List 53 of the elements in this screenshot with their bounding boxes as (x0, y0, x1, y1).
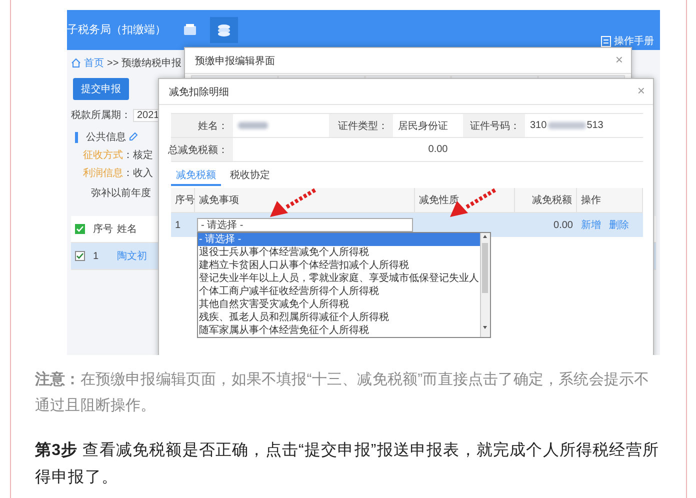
note-paragraph: 注意：在预缴申报编辑页面，如果不填报“十三、减免税额”而直接点击了确定，系统会提示不通过且阻断操作。 (35, 370, 650, 416)
table-cell-text: 1 (93, 250, 100, 262)
select-value: - 请选择 - (201, 218, 244, 232)
section-marker (75, 132, 78, 142)
submit-button[interactable]: 提交申报 (73, 78, 129, 100)
step-paragraph: 第3步 查看减免税额是否正确，点击“提交申报”报送申报表，就完成个人所得税经营所得申报了。 (35, 440, 660, 488)
section-title: 公共信息 (86, 130, 126, 144)
row-checkbox[interactable] (75, 251, 85, 261)
form-label: 姓名： (171, 114, 233, 138)
column-header: 姓名 (117, 223, 137, 236)
blurred-text (238, 122, 268, 129)
breadcrumb-current: 预缴纳税申报 (122, 56, 182, 70)
dropdown-option[interactable]: 登记失业半年以上人员，零就业家庭、享受城市低保登记失业人 (198, 272, 480, 285)
field-value: ：核定 (123, 148, 153, 162)
dialog-title: 减免扣除明细 (169, 86, 229, 98)
select-all-checkbox[interactable] (75, 224, 85, 234)
edit-icon[interactable] (128, 132, 138, 142)
dropdown-option[interactable]: - 请选择 - (198, 233, 480, 246)
dropdown-option[interactable]: 退役士兵从事个体经营减免个人所得税 (198, 246, 480, 259)
nav-tab[interactable] (210, 17, 238, 43)
dropdown-option[interactable]: 建档立卡贫困人口从事个体经营扣减个人所得税 (198, 259, 480, 272)
field-label: 弥补以前年度 (91, 186, 151, 200)
form-value: 0.00 (233, 138, 643, 162)
pointer-arrow (450, 188, 496, 217)
column-header: 序号 (93, 222, 114, 236)
form-value: 310 (530, 120, 547, 131)
coins-icon (216, 22, 232, 38)
dropdown-option[interactable]: 残疾、孤老人员和烈属所得减征个人所得税 (198, 311, 480, 324)
column-header: 序号 (171, 188, 195, 212)
scrollbar[interactable] (480, 233, 490, 337)
dropdown-option[interactable]: 个体工商户减半征收经营所得个人所得税 (198, 285, 480, 298)
field-value: ：收入 (123, 166, 153, 180)
field-label: 利润信息 (83, 166, 123, 180)
dialog-title: 预缴申报编辑界面 (195, 54, 275, 68)
blurred-text (548, 122, 586, 129)
column-header: 减免税额 (515, 188, 577, 212)
app-title: 子税务局（扣缴端） (67, 23, 166, 37)
pointer-arrow (270, 188, 316, 217)
home-icon[interactable] (71, 58, 81, 68)
select-field[interactable]: - 请选择 - (197, 218, 413, 232)
field-label: 征收方式 (83, 148, 123, 162)
tab[interactable]: 税收协定 (225, 166, 275, 186)
form-value: 513 (586, 120, 604, 131)
folder-icon (182, 22, 198, 38)
form-label: 证件类型： (329, 114, 393, 138)
field-label: 税款所属期： (71, 108, 131, 122)
breadcrumb-separator: >> (107, 58, 119, 68)
table-cell-text: 1 (174, 218, 182, 232)
dropdown-option[interactable]: 随军家属从事个体经营免征个人所得税 (198, 324, 480, 337)
dropdown-option[interactable]: 其他自然灾害受灾减免个人所得税 (198, 298, 480, 311)
form-label: 证件号码： (463, 114, 525, 138)
column-header: 操作 (577, 188, 643, 212)
table-cell-text: 0.00 (552, 218, 574, 232)
